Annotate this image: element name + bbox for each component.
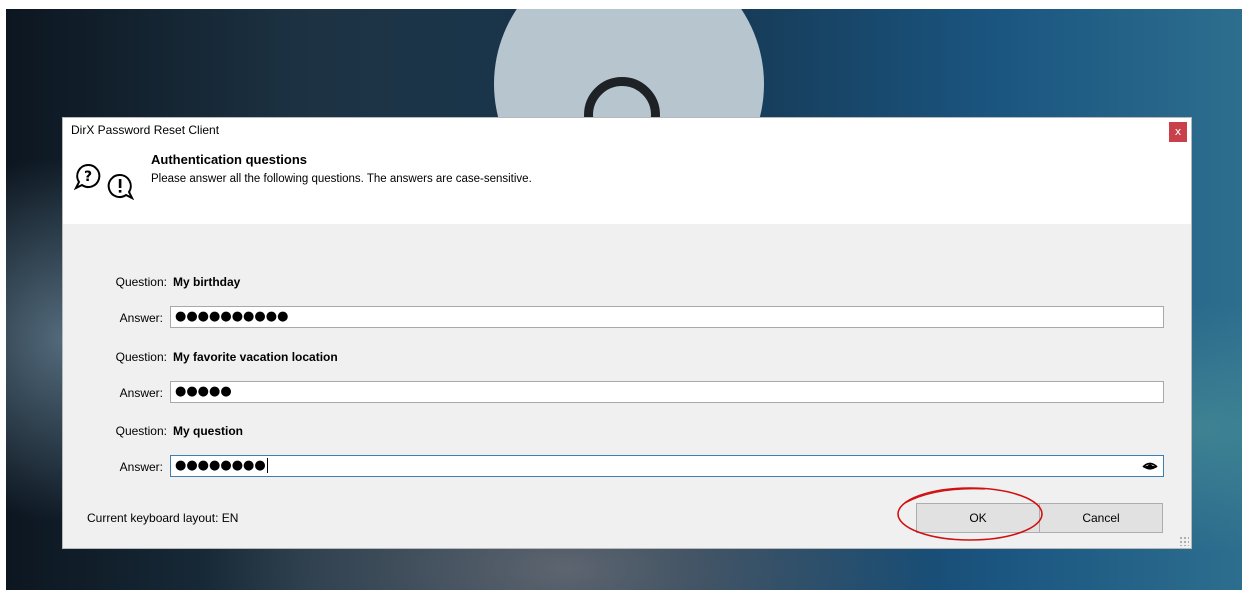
keyboard-layout-status: Current keyboard layout: EN bbox=[87, 511, 239, 525]
page-title: Authentication questions bbox=[151, 152, 307, 167]
masked-answer: ●●●●●●●● bbox=[175, 458, 268, 474]
eye-icon[interactable] bbox=[1142, 461, 1158, 472]
svg-text:?: ? bbox=[84, 169, 92, 185]
window-title: DirX Password Reset Client bbox=[71, 123, 220, 137]
question-label: Question: bbox=[115, 350, 167, 364]
masked-answer: ●●●●● bbox=[175, 384, 232, 399]
answer-label: Answer: bbox=[119, 311, 163, 325]
cancel-button[interactable]: Cancel bbox=[1039, 503, 1163, 533]
answer-label: Answer: bbox=[119, 386, 163, 400]
answer-field-focused[interactable]: ●●●●●●●● bbox=[170, 455, 1164, 477]
answer-field[interactable]: ●●●●●●●●●● bbox=[170, 306, 1164, 328]
red-highlight-annotation bbox=[897, 487, 1043, 541]
question-label: Question: bbox=[115, 275, 167, 289]
dialog-header: DirX Password Reset Client x ? Authentic… bbox=[63, 118, 1191, 224]
question-exclamation-speech-bubbles-icon: ? bbox=[74, 163, 134, 201]
masked-answer: ●●●●●●●●●● bbox=[175, 309, 289, 324]
question-label: Question: bbox=[115, 424, 167, 438]
password-reset-dialog: DirX Password Reset Client x ? Authentic… bbox=[62, 117, 1192, 549]
close-button[interactable]: x bbox=[1169, 122, 1187, 142]
masked-answer-text: ●●●●●●●● bbox=[175, 458, 266, 473]
resize-grip[interactable] bbox=[1179, 536, 1189, 546]
text-caret bbox=[266, 458, 268, 473]
question-text: My favorite vacation location bbox=[173, 350, 338, 364]
question-text: My question bbox=[173, 424, 244, 438]
answer-label: Answer: bbox=[119, 460, 163, 474]
question-text: My birthday bbox=[173, 275, 241, 289]
answer-field[interactable]: ●●●●● bbox=[170, 381, 1164, 403]
page-description: Please answer all the following question… bbox=[151, 173, 532, 185]
